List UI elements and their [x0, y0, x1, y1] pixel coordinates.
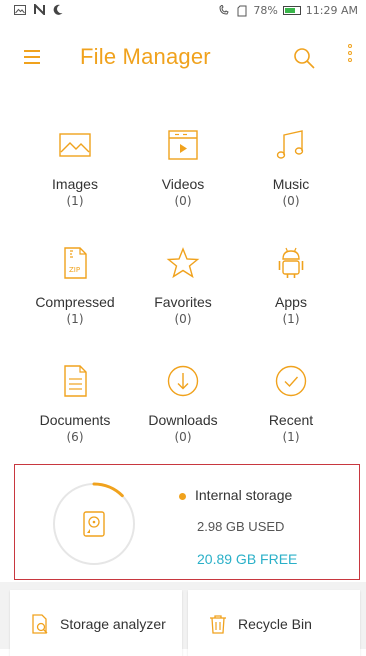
- category-label: Apps: [275, 294, 307, 310]
- internal-storage-card[interactable]: Internal storage 2.98 GB USED 20.89 GB F…: [14, 464, 360, 580]
- storage-used: 2.98 GB USED: [197, 519, 285, 534]
- android-icon: [278, 247, 304, 278]
- status-left-icons: [14, 4, 63, 15]
- storage-free: 20.89 GB FREE: [197, 551, 298, 567]
- music-icon: [276, 130, 304, 159]
- category-compressed[interactable]: ZIP Compressed (1): [20, 246, 130, 326]
- battery-icon: [282, 6, 301, 15]
- search-icon[interactable]: [292, 46, 316, 70]
- recycle-bin-button[interactable]: Recycle Bin: [188, 590, 360, 656]
- category-count: (0): [174, 194, 192, 208]
- clock: 11:29 AM: [305, 4, 358, 17]
- menu-icon[interactable]: [24, 50, 40, 64]
- page-title: File Manager: [80, 44, 211, 69]
- category-label: Videos: [161, 176, 205, 192]
- category-apps[interactable]: Apps (1): [236, 246, 346, 326]
- download-icon: [167, 365, 199, 397]
- category-count: (6): [66, 430, 84, 444]
- hard-drive-icon: [83, 511, 105, 537]
- svg-text:ZIP: ZIP: [69, 266, 80, 274]
- check-circle-icon: [275, 365, 307, 397]
- video-icon: [168, 130, 198, 160]
- category-videos[interactable]: Videos (0): [128, 128, 238, 208]
- storage-analyzer-button[interactable]: Storage analyzer: [10, 590, 182, 656]
- n-icon: [34, 4, 45, 15]
- app-bar: File Manager: [0, 30, 366, 86]
- category-count: (0): [174, 312, 192, 326]
- storage-name-row: Internal storage: [179, 487, 292, 503]
- category-count: (1): [66, 312, 84, 326]
- storage-usage-ring: [53, 482, 135, 565]
- category-label: Favorites: [154, 294, 212, 310]
- category-label: Compressed: [35, 294, 115, 310]
- category-label: Documents: [39, 412, 111, 428]
- storage-analyzer-label: Storage analyzer: [60, 616, 166, 632]
- star-icon: [166, 247, 200, 279]
- category-label: Recent: [268, 412, 314, 428]
- category-count: (1): [282, 312, 300, 326]
- category-count: (1): [282, 430, 300, 444]
- trash-icon: [210, 615, 226, 634]
- zip-icon: ZIP: [64, 247, 87, 279]
- document-icon: [64, 365, 87, 397]
- category-label: Music: [272, 176, 310, 192]
- battery-percent: 78%: [253, 4, 278, 17]
- category-count: (1): [66, 194, 84, 208]
- image-notification-icon: [14, 4, 26, 15]
- storage-name: Internal storage: [195, 487, 293, 503]
- category-images[interactable]: Images (1): [20, 128, 130, 208]
- category-recent[interactable]: Recent (1): [236, 364, 346, 444]
- sdcard-icon: [237, 5, 247, 16]
- category-count: (0): [174, 430, 192, 444]
- category-label: Downloads: [148, 412, 218, 428]
- image-icon: [59, 133, 91, 157]
- category-favorites[interactable]: Favorites (0): [128, 246, 238, 326]
- moon-icon: [53, 4, 63, 15]
- more-options-icon[interactable]: [344, 44, 356, 72]
- storage-indicator-dot: [179, 492, 186, 500]
- category-music[interactable]: Music (0): [236, 128, 346, 208]
- status-right: 78% 11:29 AM: [218, 4, 358, 17]
- recycle-bin-label: Recycle Bin: [238, 616, 312, 632]
- category-label: Images: [52, 176, 98, 192]
- storage-analyzer-icon: [32, 614, 48, 634]
- category-count: (0): [282, 194, 300, 208]
- status-bar: 78% 11:29 AM: [0, 0, 366, 24]
- category-downloads[interactable]: Downloads (0): [128, 364, 238, 444]
- call-icon: [219, 5, 229, 15]
- category-documents[interactable]: Documents (6): [20, 364, 130, 444]
